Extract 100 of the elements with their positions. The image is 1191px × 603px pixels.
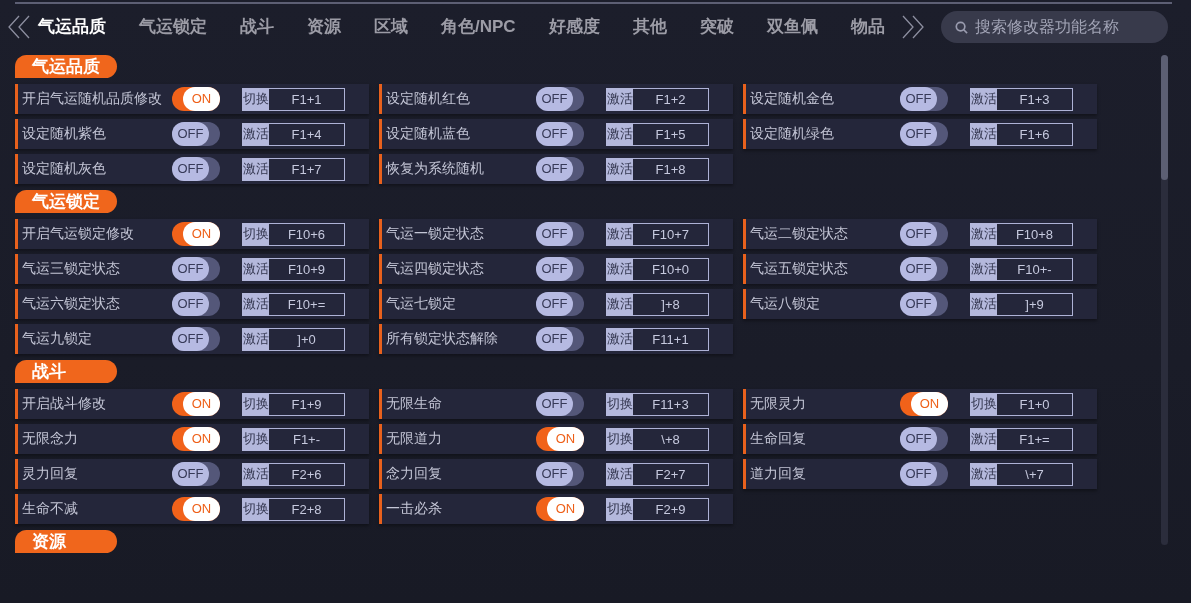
- toggle-switch[interactable]: ON: [900, 392, 948, 416]
- hotkey-field[interactable]: F10+-: [997, 257, 1073, 281]
- toggle-switch[interactable]: OFF: [536, 87, 584, 111]
- toggle-switch[interactable]: OFF: [536, 257, 584, 281]
- hotkey-field[interactable]: F1+-: [269, 427, 345, 451]
- action-label: 切换: [242, 497, 269, 521]
- hotkey-field[interactable]: F1+2: [633, 87, 709, 111]
- hotkey-field[interactable]: F1+3: [997, 87, 1073, 111]
- toggle-switch[interactable]: OFF: [900, 292, 948, 316]
- hotkey-field[interactable]: F11+1: [633, 327, 709, 351]
- toggle-switch[interactable]: ON: [536, 427, 584, 451]
- hotkey-field[interactable]: F10+=: [269, 292, 345, 316]
- option-label: 气运七锁定: [386, 295, 457, 313]
- double-chevron-left-icon[interactable]: [8, 15, 30, 39]
- toggle-switch[interactable]: OFF: [900, 222, 948, 246]
- toggle-switch[interactable]: OFF: [900, 427, 948, 451]
- toggle-switch[interactable]: OFF: [172, 257, 220, 281]
- nav-tab[interactable]: 气运品质: [38, 15, 106, 39]
- nav-tab[interactable]: 角色/NPC: [441, 15, 516, 39]
- option-label: 设定随机绿色: [750, 125, 835, 143]
- option-label: 气运一锁定状态: [386, 225, 485, 243]
- hotkey-field[interactable]: F10+6: [269, 222, 345, 246]
- nav-tab[interactable]: 区域: [374, 15, 408, 39]
- hotkey-field[interactable]: F1+0: [997, 392, 1073, 416]
- nav-tab[interactable]: 双鱼佩: [766, 15, 818, 39]
- search-field[interactable]: 搜索修改器功能名称: [941, 11, 1168, 43]
- toggle-switch[interactable]: OFF: [172, 292, 220, 316]
- action-label: 激活: [606, 157, 633, 181]
- toggle-switch[interactable]: OFF: [536, 292, 584, 316]
- hotkey-field[interactable]: F2+6: [269, 462, 345, 486]
- scrollbar-thumb[interactable]: [1161, 55, 1168, 180]
- hotkey-field[interactable]: ]+8: [633, 292, 709, 316]
- option-label: 生命不减: [22, 500, 79, 518]
- nav-tab[interactable]: 其他: [632, 15, 667, 39]
- action-label: 激活: [970, 87, 997, 111]
- toggle-switch[interactable]: OFF: [900, 257, 948, 281]
- action-label: 激活: [242, 157, 269, 181]
- toggle-switch[interactable]: ON: [536, 497, 584, 521]
- hotkey-field[interactable]: F1+=: [997, 427, 1073, 451]
- nav-tab[interactable]: 战斗: [240, 15, 274, 39]
- toggle-switch[interactable]: ON: [172, 427, 220, 451]
- nav-tab[interactable]: 好感度: [548, 15, 600, 39]
- option-label: 气运六锁定状态: [22, 295, 121, 313]
- section-header: 资源: [15, 530, 117, 553]
- option-label: 设定随机蓝色: [386, 125, 471, 143]
- toggle-switch[interactable]: OFF: [536, 122, 584, 146]
- hotkey-field[interactable]: F2+9: [633, 497, 709, 521]
- option-label: 无限灵力: [750, 395, 807, 413]
- hotkey-field[interactable]: F11+3: [633, 392, 709, 416]
- hotkey-field[interactable]: F1+5: [633, 122, 709, 146]
- toggle-switch[interactable]: OFF: [536, 392, 584, 416]
- toggle-switch[interactable]: OFF: [536, 327, 584, 351]
- toggle-switch[interactable]: OFF: [900, 462, 948, 486]
- toggle-switch[interactable]: ON: [172, 392, 220, 416]
- toggle-switch[interactable]: ON: [172, 497, 220, 521]
- option-label: 设定随机金色: [750, 90, 835, 108]
- toggle-switch[interactable]: ON: [172, 222, 220, 246]
- toggle-switch[interactable]: OFF: [536, 462, 584, 486]
- hotkey-field[interactable]: F2+8: [269, 497, 345, 521]
- option-label: 开启气运锁定修改: [22, 225, 135, 243]
- hotkey-field[interactable]: F1+6: [997, 122, 1073, 146]
- toggle-switch[interactable]: OFF: [172, 122, 220, 146]
- toggle-switch[interactable]: OFF: [172, 462, 220, 486]
- hotkey-field[interactable]: F1+4: [269, 122, 345, 146]
- action-label: 激活: [606, 122, 633, 146]
- toggle-switch[interactable]: OFF: [172, 157, 220, 181]
- hotkey-field[interactable]: F1+7: [269, 157, 345, 181]
- hotkey-field[interactable]: F1+9: [269, 392, 345, 416]
- hotkey-field[interactable]: F2+7: [633, 462, 709, 486]
- hotkey-field[interactable]: F1+1: [269, 87, 345, 111]
- option-label: 设定随机灰色: [22, 160, 107, 178]
- nav-tab[interactable]: 气运锁定: [139, 15, 207, 39]
- toggle-switch[interactable]: OFF: [900, 122, 948, 146]
- hotkey-field[interactable]: ]+0: [269, 327, 345, 351]
- action-label: 激活: [606, 327, 633, 351]
- nav-tab[interactable]: 资源: [307, 15, 341, 39]
- action-label: 激活: [606, 257, 633, 281]
- option-label: 气运三锁定状态: [22, 260, 121, 278]
- option-label: 设定随机红色: [386, 90, 471, 108]
- hotkey-field[interactable]: \+8: [633, 427, 709, 451]
- action-label: 激活: [242, 122, 269, 146]
- toggle-switch[interactable]: OFF: [900, 87, 948, 111]
- toggle-switch[interactable]: OFF: [536, 157, 584, 181]
- option-label: 恢复为系统随机: [386, 160, 485, 178]
- hotkey-field[interactable]: F10+8: [997, 222, 1073, 246]
- option-label: 无限念力: [22, 430, 79, 448]
- nav-tab[interactable]: 物品: [850, 15, 885, 39]
- hotkey-field[interactable]: F1+8: [633, 157, 709, 181]
- toggle-switch[interactable]: OFF: [536, 222, 584, 246]
- hotkey-field[interactable]: \+7: [997, 462, 1073, 486]
- nav-tab[interactable]: 突破: [699, 15, 734, 39]
- option-label: 生命回复: [750, 430, 807, 448]
- hotkey-field[interactable]: F10+9: [269, 257, 345, 281]
- double-chevron-right-icon[interactable]: [901, 15, 924, 39]
- action-label: 激活: [606, 222, 633, 246]
- hotkey-field[interactable]: F10+7: [633, 222, 709, 246]
- hotkey-field[interactable]: F10+0: [633, 257, 709, 281]
- toggle-switch[interactable]: ON: [172, 87, 220, 111]
- toggle-switch[interactable]: OFF: [172, 327, 220, 351]
- hotkey-field[interactable]: ]+9: [997, 292, 1073, 316]
